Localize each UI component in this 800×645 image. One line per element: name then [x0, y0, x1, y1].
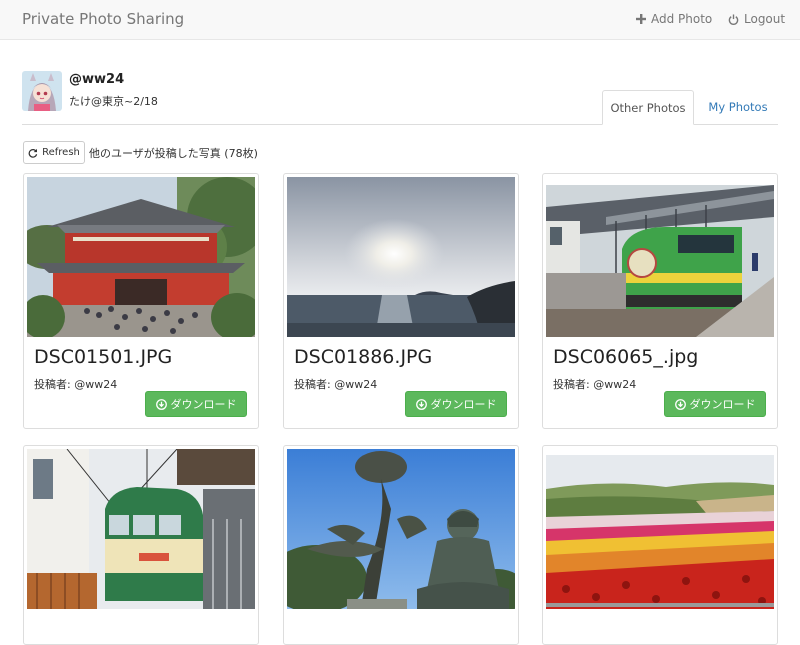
refresh-icon: [28, 148, 38, 158]
photo-thumbnail[interactable]: [27, 177, 255, 337]
download-label: ダウンロード: [170, 398, 237, 411]
user-handle: @ww24: [69, 72, 125, 87]
refresh-button[interactable]: Refresh: [23, 141, 85, 164]
photo-thumbnail[interactable]: [287, 449, 515, 609]
photo-thumbnail[interactable]: [546, 177, 774, 337]
download-button[interactable]: ダウンロード: [145, 391, 247, 417]
download-label: ダウンロード: [430, 398, 497, 411]
logout-label: Logout: [744, 12, 786, 26]
photo-card: DSC01501.JPG 投稿者: @ww24 ダウンロード: [23, 173, 259, 429]
photo-card: DSC06065_.jpg 投稿者: @ww24 ダウンロード: [542, 173, 778, 429]
photo-thumbnail[interactable]: [27, 449, 255, 609]
photo-owner: 投稿者: @ww24: [34, 378, 118, 391]
photo-thumbnail[interactable]: [287, 177, 515, 337]
tab-my-photos[interactable]: My Photos: [698, 90, 778, 125]
navbar: Private Photo Sharing Add Photo Logout: [0, 0, 800, 40]
photo-count-text: 他のユーザが投稿した写真 (78枚): [89, 147, 258, 160]
download-icon: [415, 398, 427, 410]
photo-title: DSC06065_.jpg: [553, 346, 699, 368]
photo-owner: 投稿者: @ww24: [294, 378, 378, 391]
tab-other-photos[interactable]: Other Photos: [602, 90, 694, 125]
photo-card: [542, 445, 778, 645]
photo-title: DSC01886.JPG: [294, 346, 433, 368]
download-label: ダウンロード: [689, 398, 756, 411]
brand-title[interactable]: Private Photo Sharing: [22, 10, 184, 28]
photo-card: DSC01886.JPG 投稿者: @ww24 ダウンロード: [283, 173, 519, 429]
photo-title: DSC01501.JPG: [34, 346, 173, 368]
refresh-label: Refresh: [42, 147, 80, 158]
user-bio: たけ@東京~2/18: [69, 95, 158, 108]
avatar: [22, 71, 62, 111]
photo-owner: 投稿者: @ww24: [553, 378, 637, 391]
logout-link[interactable]: Logout: [728, 12, 785, 26]
plus-icon: [636, 14, 646, 24]
add-photo-link[interactable]: Add Photo: [636, 12, 712, 26]
power-icon: [728, 13, 739, 25]
download-button[interactable]: ダウンロード: [405, 391, 507, 417]
photo-card: [283, 445, 519, 645]
photo-card: [23, 445, 259, 645]
download-icon: [155, 398, 167, 410]
add-photo-label: Add Photo: [651, 12, 713, 26]
photo-thumbnail[interactable]: [546, 449, 774, 609]
download-icon: [674, 398, 686, 410]
download-button[interactable]: ダウンロード: [664, 391, 766, 417]
